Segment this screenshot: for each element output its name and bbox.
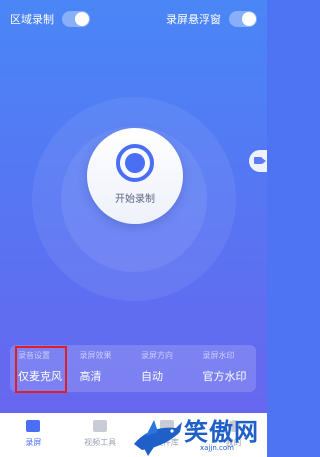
record-screen: 区域录制 录屏悬浮窗 开始录制 录音设置 仅麦克风 录屏效果 高清 录屏方向 自… [0,0,267,457]
record-icon [116,144,154,182]
tab-label: 视频工具 [84,438,117,447]
floating-window-label: 录屏悬浮窗 [166,13,221,26]
toolbox-icon [93,420,108,432]
tab-video-tools[interactable]: 视频工具 [67,413,134,457]
start-record-label: 开始录制 [115,194,155,205]
setting-watermark[interactable]: 录屏水印 官方水印 [195,345,257,392]
watermark-url: xajjn.com [200,444,234,452]
setting-title: 录屏水印 [202,351,235,360]
setting-title: 录屏效果 [79,351,112,360]
setting-value: 官方水印 [202,370,247,383]
region-record-toggle[interactable] [62,11,90,27]
region-record-row: 区域录制 [10,9,90,29]
camera-icon [254,157,266,164]
toggle-knob [242,12,256,26]
setting-value: 高清 [79,370,102,383]
setting-orientation[interactable]: 录屏方向 自动 [133,345,195,392]
floating-camera-tab[interactable] [249,150,267,172]
setting-value: 自动 [141,370,163,383]
floating-window-toggle[interactable] [229,11,257,27]
setting-quality[interactable]: 录屏效果 高清 [72,345,134,392]
tab-record[interactable]: 录屏 [0,413,67,457]
video-camera-icon [26,420,41,432]
tab-label: 录屏 [25,438,42,447]
watermark-brand: 笑傲网 [184,418,259,446]
site-watermark: 笑傲网 xajjn.com [132,412,265,456]
start-record-button[interactable]: 开始录制 [87,128,183,224]
region-record-label: 区域录制 [10,13,54,26]
floating-window-row: 录屏悬浮窗 [166,9,257,29]
highlight-annotation-box [15,346,67,393]
toggle-knob [75,12,89,26]
shark-logo-icon [134,420,182,456]
setting-title: 录屏方向 [141,351,173,360]
